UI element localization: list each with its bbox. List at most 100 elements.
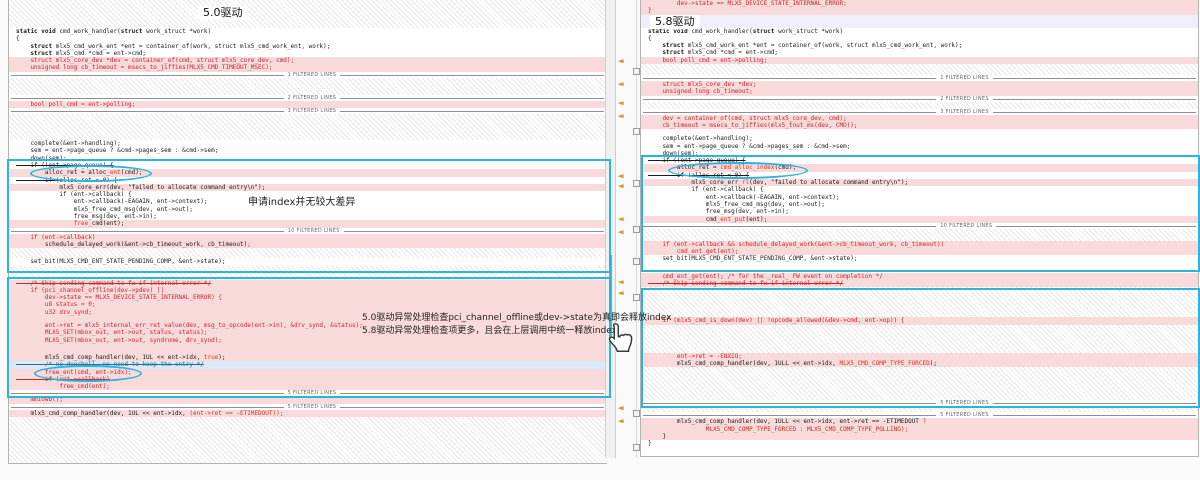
code-line[interactable]: if (ent->callback) xyxy=(9,376,606,383)
filtered-lines-divider[interactable]: 5 FILTERED LINES xyxy=(9,404,606,410)
code-line[interactable]: MLX5_CMD_COMP_TYPE_FORCED : MLX5_CMD_COM… xyxy=(641,426,1198,433)
code-line[interactable]: { xyxy=(9,35,606,42)
code-line[interactable]: cb_timeout = msecs_to_jiffies(mlx5_tout_… xyxy=(641,122,1198,129)
filtered-lines-divider[interactable]: 2 FILTERED LINES xyxy=(641,96,1198,102)
code-line[interactable]: if (ent->callback && schedule_delayed_wo… xyxy=(641,241,1198,248)
code-line[interactable]: down(sem); xyxy=(641,150,1198,157)
filtered-lines-divider[interactable]: 5 FILTERED LINES xyxy=(9,390,606,396)
code-line[interactable]: if (!ent->page_queue) { xyxy=(9,162,606,169)
code-line[interactable]: free_ent(cmd, ent->idx); xyxy=(9,369,606,376)
filtered-lines-label: 2 FILTERED LINES xyxy=(284,95,341,101)
merge-arrow-icon[interactable]: ◄ xyxy=(618,228,630,236)
fold-toggle-icon[interactable] xyxy=(633,180,640,187)
code-line[interactable]: static void cmd_work_handler(struct work… xyxy=(9,28,606,35)
filtered-lines-divider[interactable]: 1 FILTERED LINES xyxy=(9,72,606,78)
code-line[interactable]: mlx5_cmd_comp_handler(dev, 1ULL << ent->… xyxy=(641,360,1198,367)
code-line[interactable]: } xyxy=(641,440,1198,447)
code-line[interactable]: /* no doorbell, no need to keep the entr… xyxy=(9,361,606,368)
code-line[interactable]: dev->state == MLX5_DEVICE_STATE_INTERNAL… xyxy=(641,0,1198,7)
code-line[interactable]: free_cmd(ent); xyxy=(9,383,606,390)
code-line[interactable]: alloc_ret = alloc_ent(cmd); xyxy=(9,169,606,176)
filtered-lines-divider[interactable]: 1 FILTERED LINES xyxy=(641,75,1198,81)
fold-toggle-icon[interactable] xyxy=(633,68,640,75)
fold-toggle-icon[interactable] xyxy=(633,410,640,417)
merge-arrow-icon[interactable]: ◄ xyxy=(618,215,630,223)
merge-arrow-icon[interactable]: ◄ xyxy=(618,80,630,88)
fold-toggle-icon[interactable] xyxy=(633,226,640,233)
code-line[interactable]: struct mlx5_cmd_work_ent *ent = containe… xyxy=(9,43,606,50)
merge-arrow-icon[interactable]: ◄ xyxy=(618,112,630,120)
code-line[interactable]: } xyxy=(641,433,1198,440)
code-line[interactable]: cmd_ent_get(ent); /* for the _real_ FW e… xyxy=(641,273,1198,280)
filtered-lines-divider[interactable]: 5 FILTERED LINES xyxy=(641,412,1198,418)
code-line[interactable]: ent->ret = -ENXIO; xyxy=(641,353,1198,360)
filtered-lines-divider[interactable]: 5 FILTERED LINES xyxy=(641,400,1198,406)
code-line[interactable]: complete(&ent->handling); xyxy=(641,135,1198,142)
code-line[interactable]: if (ent->callback) { xyxy=(641,186,1198,193)
code-line[interactable]: static void cmd_work_handler(struct work… xyxy=(641,28,1198,35)
code-line[interactable]: struct mlx5_cmd *cmd = ent->cmd; xyxy=(9,50,606,57)
code-line[interactable]: unsigned long cb_timeout = msecs_to_jiff… xyxy=(9,64,606,71)
code-line[interactable]: { xyxy=(641,35,1198,42)
code-line[interactable]: mlx5_core_err_rl(dev, "failed to allocat… xyxy=(641,179,1198,186)
code-line[interactable]: mlx5_core_err(dev, "failed to allocate c… xyxy=(9,184,606,191)
code-line[interactable]: unsigned long cb_timeout; xyxy=(641,88,1198,95)
merge-arrow-icon[interactable]: ◄ xyxy=(618,172,630,180)
code-line[interactable]: free_msg(dev, ent->in); xyxy=(641,208,1198,215)
blank-line xyxy=(641,263,1198,273)
code-line[interactable]: if (alloc_ret < 0) { xyxy=(9,177,606,184)
filtered-lines-divider[interactable]: 2 FILTERED LINES xyxy=(9,95,606,101)
code-line[interactable]: u8 status = 0; xyxy=(9,301,606,308)
fold-toggle-icon[interactable] xyxy=(633,128,640,135)
merge-arrow-icon[interactable]: ◄ xyxy=(618,278,630,286)
code-line[interactable]: } xyxy=(641,7,1198,14)
code-line[interactable]: dev = container_of(cmd, struct mlx5_core… xyxy=(641,115,1198,122)
merge-arrow-icon[interactable]: ◄ xyxy=(618,289,630,297)
code-line[interactable]: set_bit(MLX5_CMD_ENT_STATE_PENDING_COMP,… xyxy=(641,255,1198,262)
filtered-lines-divider[interactable]: 10 FILTERED LINES xyxy=(641,223,1198,229)
code-line[interactable]: struct mlx5_core_dev *dev; xyxy=(641,81,1198,88)
code-line[interactable]: mlx5_cmd_comp_handler(dev, 1UL << ent->i… xyxy=(9,410,606,417)
code-line[interactable]: ent->callback(-EAGAIN, ent->context); xyxy=(641,194,1198,201)
code-line[interactable]: /* Skip sending command to fw if interna… xyxy=(9,280,606,287)
code-line[interactable]: down(sem); xyxy=(9,155,606,162)
fold-toggle-icon[interactable] xyxy=(633,294,640,301)
filtered-lines-divider[interactable]: 10 FILTERED LINES xyxy=(9,228,606,234)
left-pane-scrollbar[interactable] xyxy=(605,0,616,458)
code-line[interactable]: dev->state == MLX5_DEVICE_STATE_INTERNAL… xyxy=(9,294,606,301)
code-line[interactable]: mlx5_free_cmd_msg(dev, ent->out); xyxy=(641,201,1198,208)
code-line[interactable]: struct mlx5_core_dev *dev = container_of… xyxy=(9,57,606,64)
code-line[interactable]: struct mlx5_cmd_work_ent *ent = containe… xyxy=(641,42,1198,49)
merge-arrow-icon[interactable]: ◄ xyxy=(618,417,630,425)
filtered-lines-divider[interactable]: 3 FILTERED LINES xyxy=(9,108,606,114)
code-line[interactable]: free_cmd(ent); xyxy=(9,220,606,227)
code-line[interactable]: if (alloc_ret < 0) { xyxy=(641,172,1198,179)
code-line[interactable]: struct mlx5_cmd *cmd = ent->cmd; xyxy=(641,49,1198,56)
code-line[interactable]: sem = ent->page_queue ? &cmd->pages_sem … xyxy=(9,147,606,154)
code-line[interactable]: alloc_ret = cmd_alloc_index(cmd); xyxy=(641,164,1198,171)
code-line[interactable]: set_bit(MLX5_CMD_ENT_STATE_PENDING_COMP,… xyxy=(9,258,606,265)
merge-arrow-icon[interactable]: ◄ xyxy=(618,182,630,190)
code-line[interactable]: free_msg(dev, ent->in); xyxy=(9,213,606,220)
code-line[interactable]: /* Skip sending command to fw if interna… xyxy=(641,280,1198,287)
merge-arrow-icon[interactable]: ◄ xyxy=(618,404,630,412)
code-line[interactable]: bool poll_cmd = ent->polling; xyxy=(641,57,1198,64)
code-line[interactable]: mlx5_cmd_comp_handler(dev, 1UL << ent->i… xyxy=(9,354,606,361)
code-line[interactable]: cmd_ent_get(ent); xyxy=(641,248,1198,255)
code-line[interactable]: sem = ent->page_queue ? &cmd->pages_sem … xyxy=(641,143,1198,150)
fold-toggle-icon[interactable] xyxy=(633,258,640,265)
code-line[interactable]: bool poll_cmd = ent->polling; xyxy=(9,101,606,108)
code-line[interactable]: if (pci_channel_offline(dev->pdev) || xyxy=(9,287,606,294)
merge-arrow-icon[interactable]: ◄ xyxy=(618,99,630,107)
code-line[interactable]: schedule_delayed_work(&ent->cb_timeout_w… xyxy=(9,241,606,248)
merge-arrow-icon[interactable]: ◄ xyxy=(618,57,630,65)
code-line[interactable]: complete(&ent->handling); xyxy=(9,140,606,147)
code-line[interactable]: if (!ent->page_queue) { xyxy=(641,157,1198,164)
code-line[interactable]: if (mlx5_cmd_is_down(dev) || !opcode_all… xyxy=(641,317,1198,324)
code-line[interactable]: if (ent->callback) xyxy=(9,234,606,241)
code-line[interactable]: mlx5_cmd_comp_handler(dev, 1ULL << ent->… xyxy=(641,418,1198,425)
code-line[interactable]: cmd_ent_put(ent); xyxy=(641,216,1198,223)
fold-toggle-icon[interactable] xyxy=(633,444,640,451)
code-line[interactable]: mmiowb(); xyxy=(9,396,606,403)
filtered-lines-divider[interactable]: 3 FILTERED LINES xyxy=(641,109,1198,115)
